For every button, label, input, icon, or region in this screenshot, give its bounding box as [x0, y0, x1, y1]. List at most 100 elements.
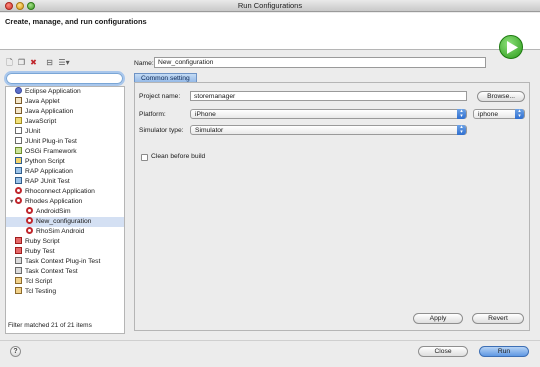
window-title: Run Configurations: [237, 1, 303, 10]
close-button[interactable]: Close: [418, 346, 468, 357]
simulator-type-value: Simulator: [195, 127, 224, 134]
rho-icon: [26, 207, 33, 214]
window-zoom-button[interactable]: [27, 2, 35, 10]
device-value: iphone: [478, 111, 499, 118]
clean-before-build-label: Clean before build: [151, 153, 206, 160]
tree-item-label: JavaScript: [25, 118, 57, 125]
tree-item-label: Task Context Plug-in Test: [25, 258, 101, 265]
select-arrows-icon: ▴ ▾: [457, 109, 466, 119]
tree-item[interactable]: Task Context Plug-in Test: [6, 257, 124, 267]
tree-item[interactable]: RAP JUnit Test: [6, 177, 124, 187]
platform-select[interactable]: iPhone ▴ ▾: [190, 109, 467, 119]
project-name-input[interactable]: storemanager: [190, 91, 467, 101]
junit-icon: [15, 137, 22, 144]
rap-icon: [15, 167, 22, 174]
filter-input[interactable]: [4, 71, 125, 86]
java-icon: [15, 97, 22, 104]
tree-item[interactable]: New_configuration: [6, 217, 124, 227]
tree-item[interactable]: AndroidSim: [6, 207, 124, 217]
tree-item-label: Java Applet: [25, 98, 60, 105]
config-toolbar: 🗋 ❐ ✖ ⊟ ☰▾: [5, 57, 125, 69]
junit-icon: [15, 127, 22, 134]
tree-item-label: Eclipse Application: [25, 88, 81, 95]
rho-icon: [26, 227, 33, 234]
config-editor: Name: New_configuration Common setting P…: [131, 55, 536, 340]
ruby-icon: [15, 247, 22, 254]
simulator-type-label: Simulator type:: [139, 127, 184, 134]
tree-item[interactable]: Tcl Script: [6, 277, 124, 287]
tree-item-label: OSGi Framework: [25, 148, 77, 155]
config-type-tree: Eclipse Application Java Applet Java Appli…: [5, 86, 125, 334]
tree-item[interactable]: Python Script: [6, 157, 124, 167]
rho-icon: [15, 187, 22, 194]
tree-item-label: RAP JUnit Test: [25, 178, 70, 185]
tree-item-label: Ruby Script: [25, 238, 60, 245]
apply-button[interactable]: Apply: [413, 313, 463, 324]
revert-button[interactable]: Revert: [472, 313, 524, 324]
tree-item-label: Rhoconnect Application: [25, 188, 95, 195]
project-name-label: Project name:: [139, 93, 181, 100]
tree-item[interactable]: Java Application: [6, 107, 124, 117]
run-button[interactable]: Run: [479, 346, 529, 357]
duplicate-icon[interactable]: ❐: [17, 58, 26, 67]
header-banner: Create, manage, and run configurations: [0, 13, 540, 59]
tree-item-label: New_configuration: [36, 218, 92, 225]
delete-icon[interactable]: ✖: [29, 58, 38, 67]
tree-item-label: Task Context Test: [25, 268, 78, 275]
ruby-icon: [15, 237, 22, 244]
python-icon: [15, 157, 22, 164]
tree-item[interactable]: Ruby Script: [6, 237, 124, 247]
tree-item-label: Rhodes Application: [25, 198, 83, 205]
name-label: Name:: [134, 60, 154, 67]
tree-item[interactable]: JavaScript: [6, 117, 124, 127]
footer-separator: [0, 340, 540, 341]
window-minimize-button[interactable]: [16, 2, 24, 10]
tree-item[interactable]: Java Applet: [6, 97, 124, 107]
tree-item-label: RAP Application: [25, 168, 73, 175]
help-button[interactable]: ?: [10, 346, 21, 357]
platform-label: Platform:: [139, 111, 166, 118]
tree-item-label: Python Script: [25, 158, 65, 165]
osgi-icon: [15, 147, 22, 154]
tree-item[interactable]: Tcl Testing: [6, 287, 124, 297]
clean-before-build-checkbox[interactable]: [141, 154, 148, 161]
rap-icon: [15, 177, 22, 184]
tree-item[interactable]: Rhoconnect Application: [6, 187, 124, 197]
tcl-icon: [15, 277, 22, 284]
new-config-icon[interactable]: 🗋: [5, 58, 14, 67]
window-close-button[interactable]: [5, 2, 13, 10]
tcl-icon: [15, 287, 22, 294]
tree-item-label: JUnit Plug-in Test: [25, 138, 77, 145]
banner-title: Create, manage, and run configurations: [5, 17, 147, 26]
tree-item[interactable]: Ruby Test: [6, 247, 124, 257]
tree-item[interactable]: JUnit: [6, 127, 124, 137]
filter-status: Filter matched 21 of 21 items: [8, 322, 92, 329]
tree-item[interactable]: JUnit Plug-in Test: [6, 137, 124, 147]
run-configurations-window: Run Configurations Create, manage, and r…: [0, 0, 540, 367]
task-icon: [15, 257, 22, 264]
tree-item[interactable]: OSGi Framework: [6, 147, 124, 157]
task-icon: [15, 267, 22, 274]
tree-item-label: Java Application: [25, 108, 74, 115]
tree-item[interactable]: RhoSim Android: [6, 227, 124, 237]
simulator-type-select[interactable]: Simulator ▴ ▾: [190, 125, 467, 135]
select-arrows-icon: ▴ ▾: [515, 109, 524, 119]
browse-button[interactable]: Browse...: [477, 91, 525, 102]
tree-item-label: Tcl Script: [25, 278, 53, 285]
device-select[interactable]: iphone ▴ ▾: [473, 109, 525, 119]
tree-item[interactable]: RAP Application: [6, 167, 124, 177]
js-icon: [15, 117, 22, 124]
platform-value: iPhone: [195, 111, 216, 118]
tree-item[interactable]: ▼ Rhodes Application: [6, 197, 124, 207]
java-icon: [15, 107, 22, 114]
eclipse-icon: [15, 87, 22, 94]
filter-icon[interactable]: ☰▾: [57, 58, 71, 67]
tree-item[interactable]: Task Context Test: [6, 267, 124, 277]
expand-arrow-icon[interactable]: ▼: [9, 197, 14, 207]
collapse-all-icon[interactable]: ⊟: [45, 58, 54, 67]
tree-item[interactable]: Eclipse Application: [6, 87, 124, 97]
tree-item-label: RhoSim Android: [36, 228, 85, 235]
rho-icon: [26, 217, 33, 224]
title-bar: Run Configurations: [0, 0, 540, 12]
config-name-input[interactable]: New_configuration: [154, 57, 486, 68]
